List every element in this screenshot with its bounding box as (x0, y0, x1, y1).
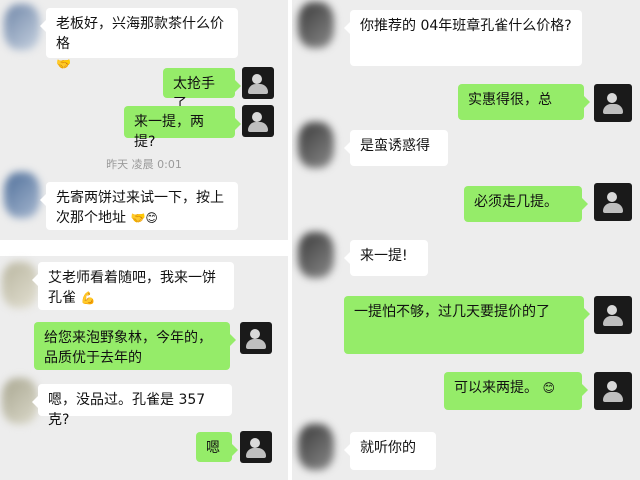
message-text: 给您来泡野象林，今年的，品质优于去年的 (44, 330, 212, 366)
section-divider (0, 240, 288, 256)
contact-avatar-icon[interactable] (4, 4, 40, 50)
message-text: 你推荐的 04年班章孔雀什么价格? (360, 18, 572, 34)
self-avatar-icon[interactable] (242, 105, 274, 137)
contact-avatar-icon[interactable] (298, 424, 334, 470)
self-avatar-icon[interactable] (594, 183, 632, 221)
message-bubble-outgoing[interactable]: 太抢手了 (163, 68, 241, 112)
self-avatar-icon[interactable] (240, 322, 272, 354)
message-text: 嗯，没品过。孔雀是 357克? (48, 392, 206, 428)
message-bubble-incoming[interactable]: 是蛮诱惑得 (344, 130, 448, 166)
self-avatar-icon[interactable] (242, 67, 274, 99)
message-text: 艾老师看着随吧，我来一饼孔雀 (48, 270, 216, 306)
message-text: 可以来两提。 (454, 380, 538, 396)
contact-avatar-icon[interactable] (298, 2, 334, 48)
message-bubble-outgoing[interactable]: 给您来泡野象林，今年的，品质优于去年的 (34, 322, 236, 370)
message-bubble-incoming[interactable]: 艾老师看着随吧，我来一饼孔雀 💪 (32, 262, 234, 310)
self-avatar-icon[interactable] (594, 296, 632, 334)
message-text: 一提怕不够，过几天要提价的了 (354, 304, 550, 320)
contact-avatar-icon[interactable] (4, 172, 40, 218)
chat-timestamp: 昨天 凌晨 0:01 (106, 158, 182, 171)
self-avatar-icon[interactable] (240, 431, 272, 463)
message-bubble-outgoing[interactable]: 可以来两提。 😊 (444, 372, 588, 410)
message-text: 是蛮诱惑得 (360, 138, 430, 154)
message-bubble-incoming[interactable]: 嗯，没品过。孔雀是 357克? (32, 384, 232, 428)
left-chat-panel: 老板好，兴海那款茶什么价格 🤝 太抢手了 来一提，两提? 昨天 凌晨 0:01 … (0, 0, 288, 480)
message-text: 老板好，兴海那款茶什么价格 (56, 16, 224, 52)
message-bubble-outgoing[interactable]: 实惠得很，总 (458, 84, 590, 120)
message-text: 来一提! (360, 248, 408, 264)
smile-emoji-icon: 😊 (542, 381, 555, 395)
message-text: 就听你的 (360, 440, 416, 456)
self-avatar-icon[interactable] (594, 84, 632, 122)
message-text: 来一提，两提? (134, 114, 204, 150)
message-bubble-incoming[interactable]: 就听你的 (344, 432, 436, 470)
message-bubble-outgoing[interactable]: 嗯 (196, 432, 238, 462)
message-bubble-outgoing[interactable]: 必须走几提。 (464, 186, 588, 222)
right-chat-panel: 你推荐的 04年班章孔雀什么价格? 实惠得很，总 是蛮诱惑得 必须走几提。 来一… (292, 0, 640, 480)
message-bubble-outgoing[interactable]: 一提怕不够，过几天要提价的了 (344, 296, 590, 354)
message-bubble-incoming[interactable]: 老板好，兴海那款茶什么价格 🤝 (40, 8, 238, 71)
message-text: 必须走几提。 (474, 194, 558, 210)
message-bubble-incoming[interactable]: 你推荐的 04年班章孔雀什么价格? (344, 10, 582, 66)
message-bubble-incoming[interactable]: 先寄两饼过来试一下，按上次那个地址 🤝😊 (40, 182, 238, 230)
message-bubble-outgoing[interactable]: 来一提，两提? (124, 106, 241, 150)
self-avatar-icon[interactable] (594, 372, 632, 410)
strong-emoji-icon: 💪 (80, 291, 96, 305)
handshake-smile-emoji-icon: 🤝😊 (130, 211, 158, 225)
contact-avatar-icon[interactable] (298, 122, 334, 168)
message-text: 嗯 (206, 440, 220, 456)
handshake-emoji-icon: 🤝 (56, 57, 71, 71)
message-text: 实惠得很，总 (468, 92, 552, 108)
contact-avatar-icon[interactable] (298, 232, 334, 278)
message-bubble-incoming[interactable]: 来一提! (344, 240, 428, 276)
